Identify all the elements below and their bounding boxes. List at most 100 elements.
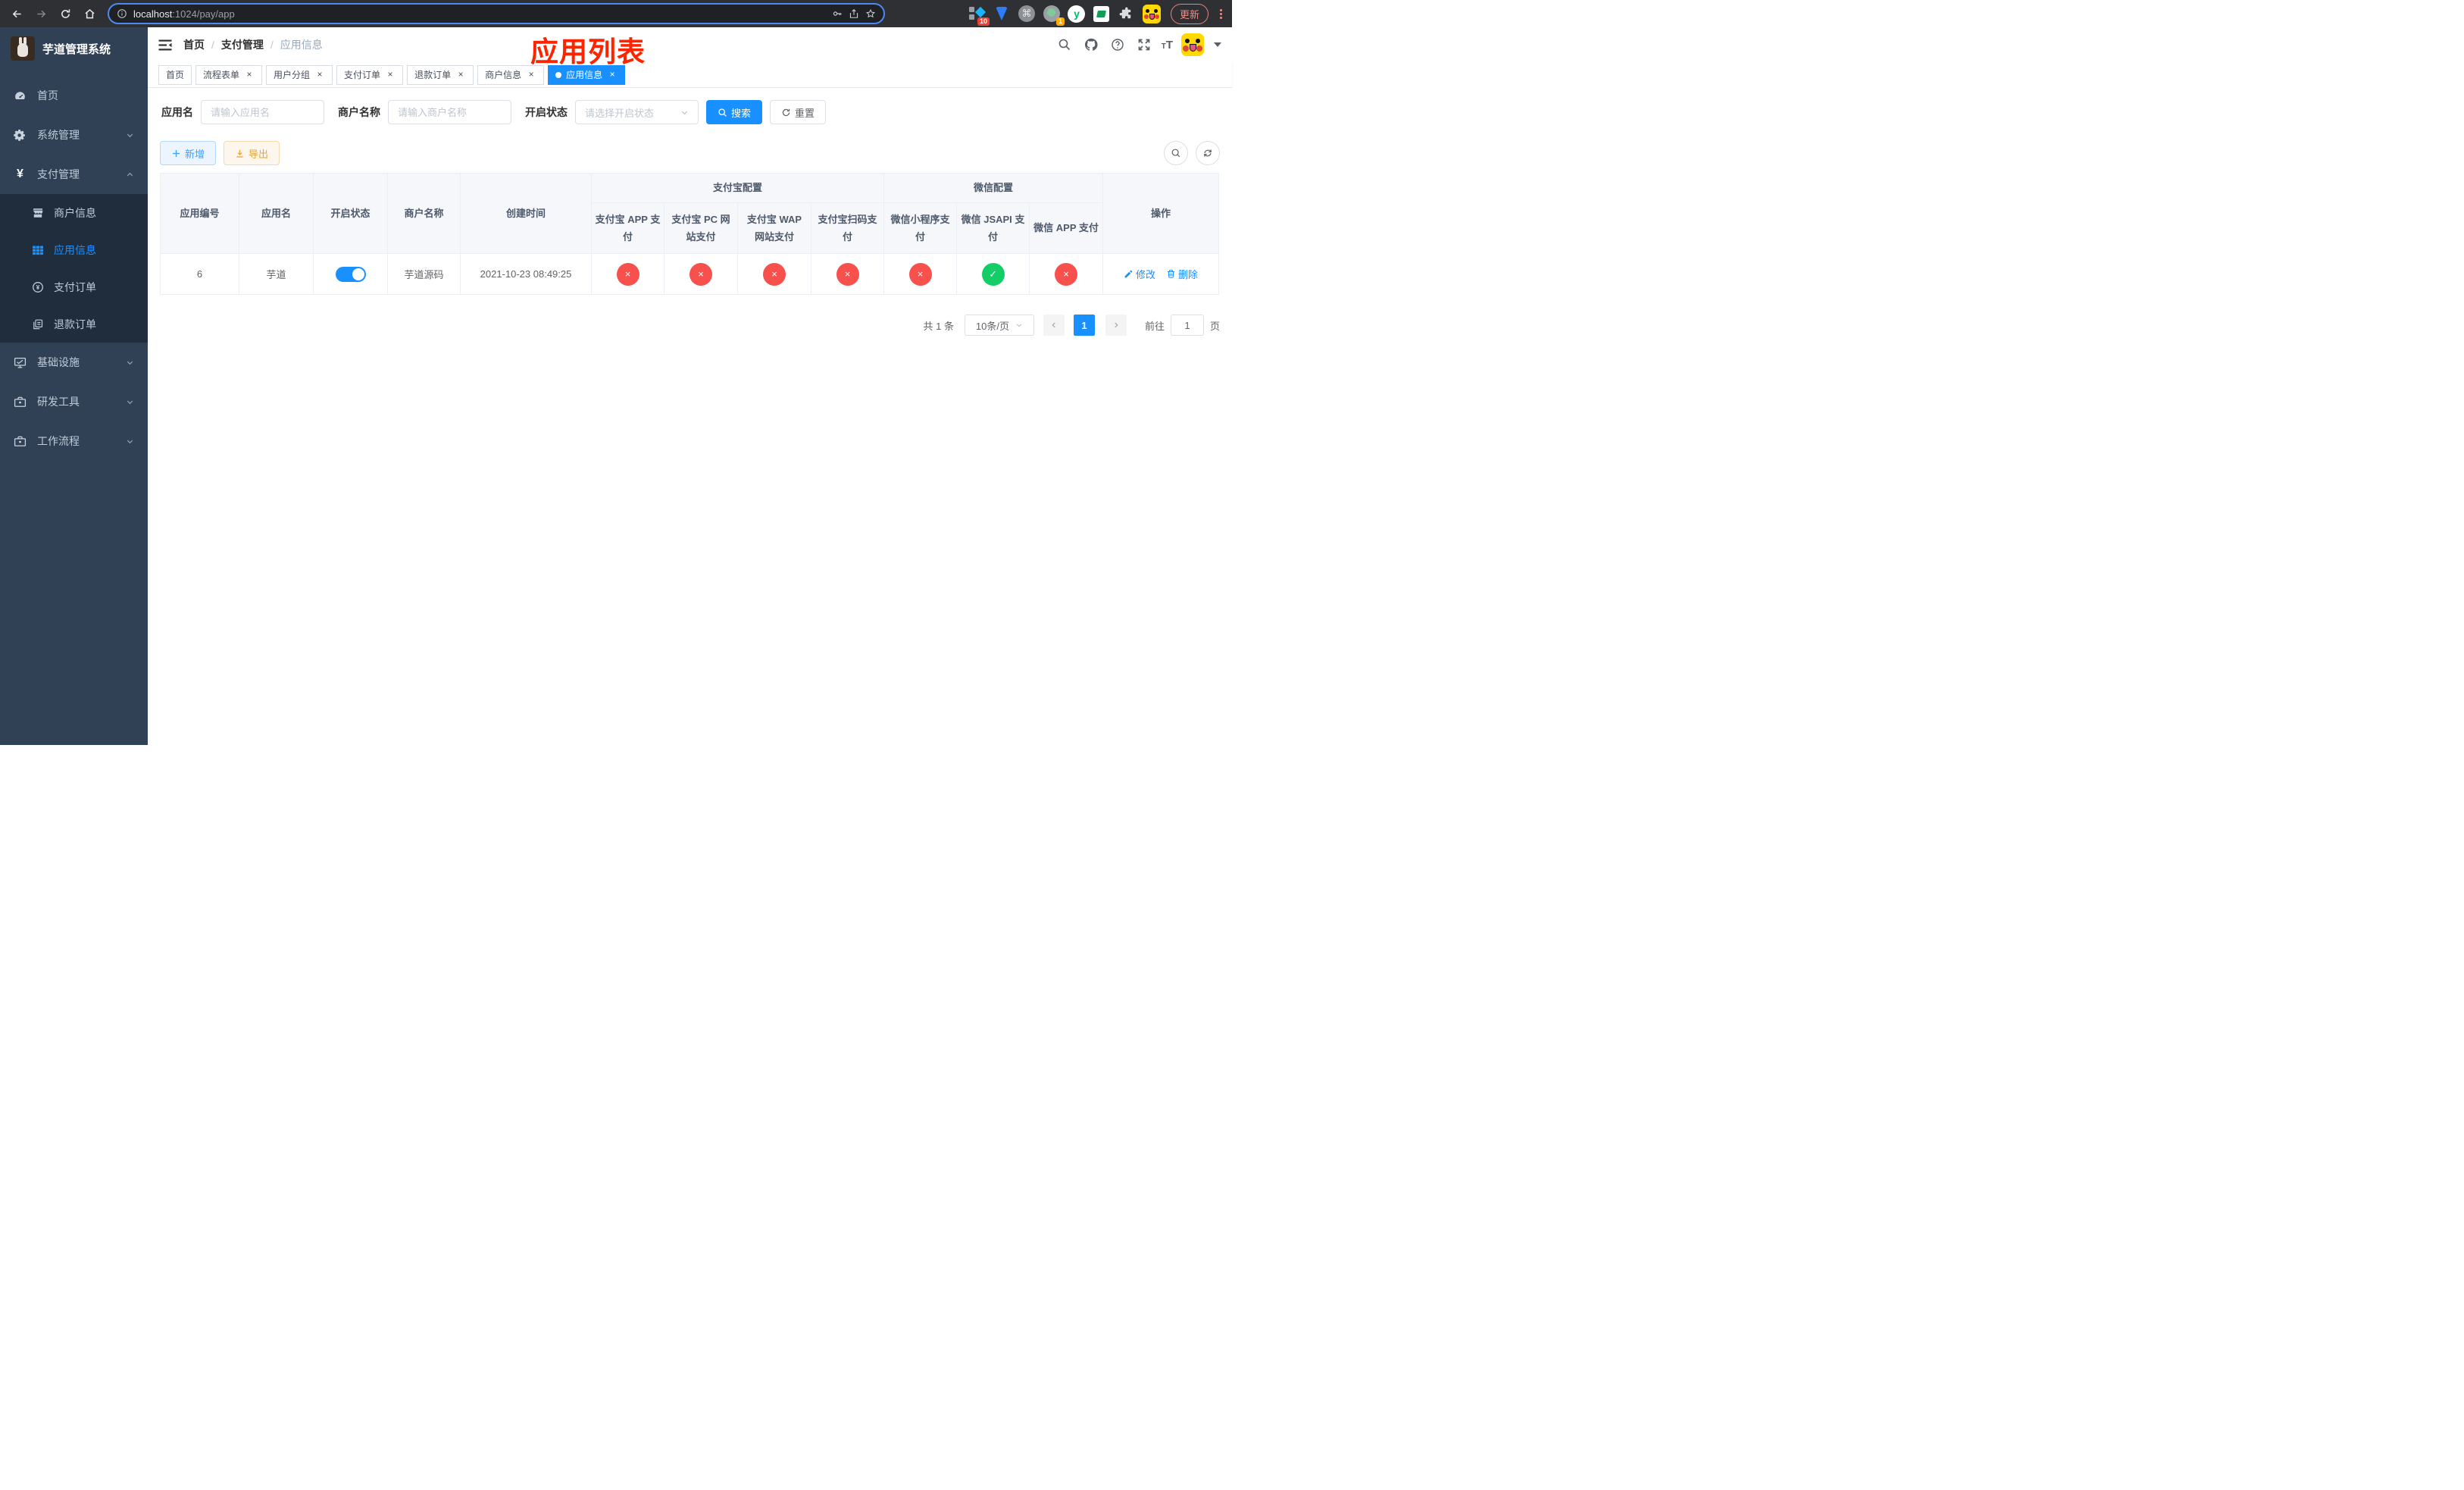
avatar-caret-icon[interactable] (1214, 42, 1221, 47)
col-created: 创建时间 (460, 173, 592, 254)
extension-kite-icon[interactable] (993, 5, 1011, 23)
next-page-button[interactable] (1105, 315, 1127, 336)
font-size-icon[interactable]: TT (1162, 39, 1173, 52)
password-key-icon[interactable] (832, 8, 843, 19)
trash-icon (1168, 270, 1175, 278)
status-toggle[interactable] (335, 266, 366, 282)
tag-close-icon[interactable]: × (385, 69, 396, 80)
shop-icon (32, 207, 44, 219)
sidebar-menu: 首页 系统管理 ¥ 支付管理 商户信息 应用信息 ¥ 支付订单 退款订单 基础设… (0, 70, 148, 745)
merchant-name-input[interactable] (388, 100, 511, 124)
extension-command-icon[interactable]: ⌘ (1018, 5, 1036, 23)
sidebar-item-payment[interactable]: ¥ 支付管理 (0, 155, 148, 194)
address-bar[interactable]: localhost:1024/pay/app (108, 3, 885, 24)
tag-close-icon[interactable]: × (607, 69, 618, 80)
status-select[interactable]: 请选择开启状态 (575, 100, 699, 124)
app-name-input[interactable] (201, 100, 324, 124)
app-title: 芋道管理系统 (42, 42, 111, 56)
sidebar-item-app-info[interactable]: 应用信息 (0, 231, 148, 268)
prev-page-button[interactable] (1043, 315, 1065, 336)
config-wx-jsapi-badge[interactable]: ✓ (981, 262, 1005, 286)
tag-pay-order[interactable]: 支付订单 × (336, 64, 404, 85)
breadcrumb: 首页 / 支付管理 / 应用信息 (183, 37, 323, 52)
extension-recorder-icon[interactable]: 1 (1043, 5, 1065, 26)
config-alipay-qr-badge[interactable]: × (836, 262, 859, 286)
page-size-select[interactable]: 10条/页 (964, 315, 1034, 336)
tag-close-icon[interactable]: × (526, 69, 536, 80)
edit-link[interactable]: 修改 (1124, 267, 1155, 281)
pencil-icon (1124, 270, 1133, 278)
add-button[interactable]: 新增 (160, 141, 217, 165)
forward-button[interactable] (30, 3, 52, 24)
chevron-down-icon (126, 131, 134, 139)
export-button[interactable]: 导出 (224, 141, 280, 165)
config-wx-app-badge[interactable]: × (1055, 262, 1078, 286)
refresh-table-button[interactable] (1196, 141, 1220, 165)
breadcrumb-separator: / (211, 39, 214, 51)
breadcrumb-current: 应用信息 (280, 39, 323, 51)
config-wx-lite-badge[interactable]: × (908, 262, 932, 286)
sidebar-collapse-icon[interactable] (158, 39, 173, 52)
chevron-right-icon (1115, 322, 1118, 328)
tag-refund-order[interactable]: 退款订单 × (407, 64, 474, 85)
fullscreen-icon[interactable] (1135, 36, 1153, 54)
sidebar-item-workflow[interactable]: 工作流程 (0, 421, 148, 461)
extension-yuque-icon[interactable]: y (1068, 5, 1086, 23)
toggle-search-button[interactable] (1164, 141, 1188, 165)
browser-menu-kebab-icon[interactable] (1215, 5, 1226, 23)
search-icon[interactable] (1055, 36, 1074, 54)
chevron-left-icon (1052, 322, 1055, 328)
chevron-down-icon (126, 398, 134, 406)
tag-home[interactable]: 首页 (158, 64, 192, 85)
tag-merchant-info[interactable]: 商户信息 × (477, 64, 545, 85)
page-number-1[interactable]: 1 (1073, 315, 1095, 336)
col-app-id: 应用编号 (160, 173, 239, 254)
browser-toolbar: localhost:1024/pay/app 10 ⌘ 1 y 更新 (0, 0, 1232, 27)
goto-page-input[interactable] (1170, 315, 1204, 336)
reset-button[interactable]: 重置 (770, 100, 827, 124)
config-alipay-app-badge[interactable]: × (616, 262, 639, 286)
config-alipay-wap-badge[interactable]: × (763, 262, 786, 286)
tag-close-icon[interactable]: × (314, 69, 325, 80)
sidebar-item-system[interactable]: 系统管理 (0, 115, 148, 155)
back-button[interactable] (6, 3, 27, 24)
extensions-puzzle-icon[interactable] (1118, 5, 1136, 23)
search-button[interactable]: 搜索 (706, 100, 763, 124)
extension-chat-icon[interactable] (1093, 5, 1111, 23)
sidebar-item-pay-order[interactable]: ¥ 支付订单 (0, 268, 148, 305)
help-icon[interactable] (1108, 36, 1127, 54)
breadcrumb-home[interactable]: 首页 (183, 37, 205, 52)
reload-button[interactable] (55, 3, 76, 24)
app-table: 应用编号 应用名 开启状态 商户名称 创建时间 支付宝配置 微信配置 操作 支付… (160, 173, 1220, 295)
url-text[interactable]: localhost:1024/pay/app (133, 8, 826, 20)
home-button[interactable] (79, 3, 100, 24)
tag-close-icon[interactable]: × (244, 69, 255, 80)
config-alipay-pc-badge[interactable]: × (689, 262, 712, 286)
extension-diamond-icon[interactable]: 10 (968, 5, 990, 26)
sidebar-item-refund-order[interactable]: 退款订单 (0, 305, 148, 343)
delete-link[interactable]: 删除 (1166, 267, 1198, 281)
sidebar-item-label: 工作流程 (37, 435, 80, 447)
browser-profile-avatar[interactable] (1142, 4, 1161, 23)
status-select-placeholder: 请选择开启状态 (585, 107, 655, 119)
col-actions: 操作 (1102, 173, 1220, 254)
sidebar-logo[interactable]: 芋道管理系统 (0, 27, 148, 70)
chrome-update-button[interactable]: 更新 (1170, 3, 1209, 24)
sidebar-item-merchant-info[interactable]: 商户信息 (0, 194, 148, 231)
tag-close-icon[interactable]: × (455, 69, 466, 80)
user-avatar[interactable] (1181, 33, 1204, 56)
share-icon[interactable] (849, 8, 859, 19)
col-merchant: 商户名称 (387, 173, 461, 254)
cell-created: 2021-10-23 08:49:25 (460, 253, 592, 295)
sidebar-item-home[interactable]: 首页 (0, 76, 148, 115)
sidebar-item-infrastructure[interactable]: 基础设施 (0, 343, 148, 382)
tag-app-info-active[interactable]: 应用信息 × (548, 64, 626, 85)
sidebar-item-dev-tools[interactable]: 研发工具 (0, 382, 148, 421)
site-info-icon[interactable] (117, 8, 127, 19)
github-icon[interactable] (1082, 36, 1100, 54)
tag-user-group[interactable]: 用户分组 × (266, 64, 333, 85)
tag-process-form[interactable]: 流程表单 × (195, 64, 263, 85)
breadcrumb-payment[interactable]: 支付管理 (221, 37, 264, 52)
search-icon (1171, 149, 1180, 158)
bookmark-star-icon[interactable] (865, 8, 876, 19)
